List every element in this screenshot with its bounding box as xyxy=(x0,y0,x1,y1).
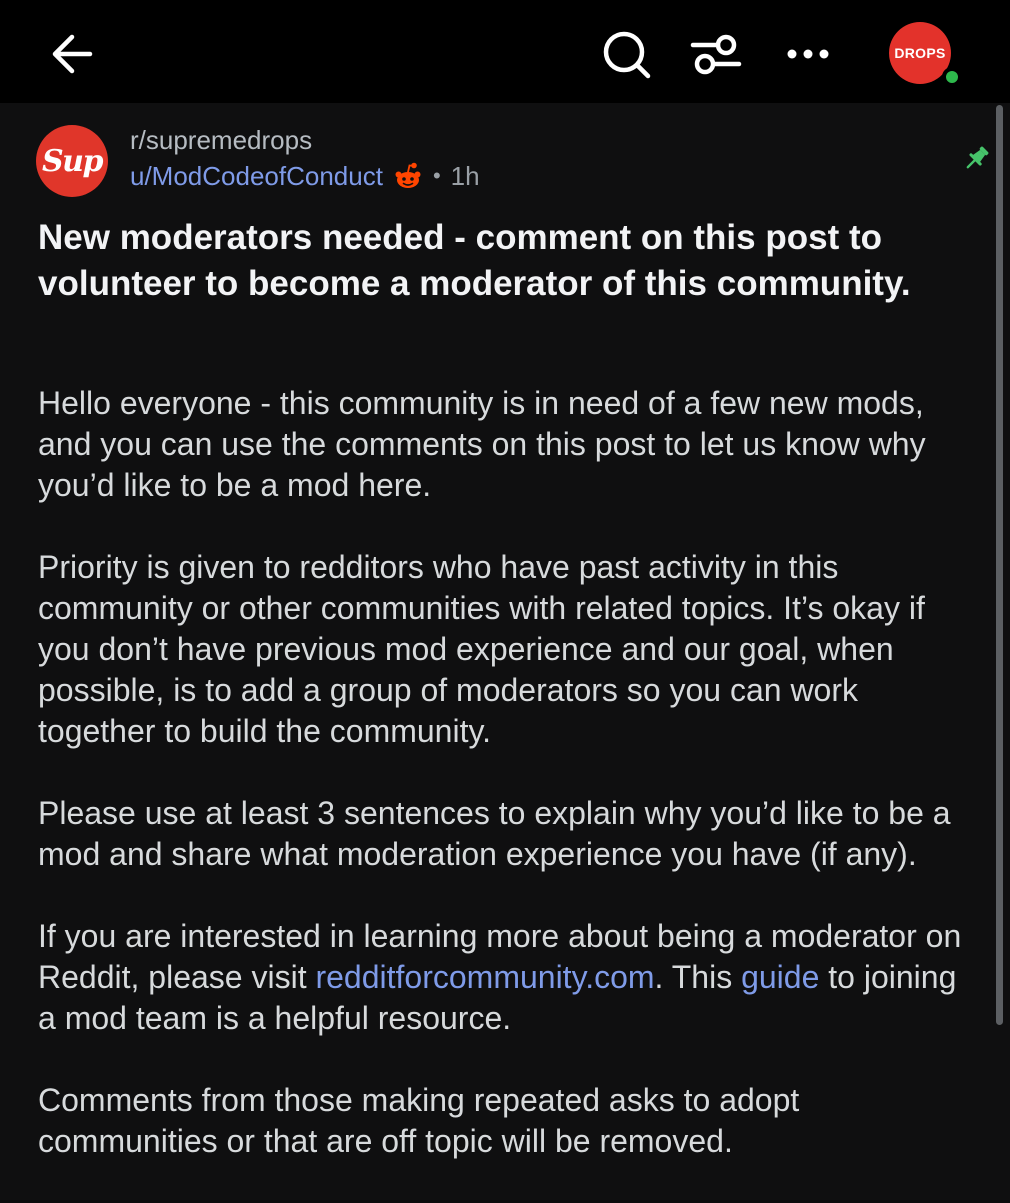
online-status-indicator xyxy=(942,67,962,87)
more-horizontal-icon xyxy=(787,49,829,59)
body-paragraph-4-text-middle: . This xyxy=(654,959,742,995)
meta-separator-dot: • xyxy=(432,163,441,188)
back-arrow-icon xyxy=(52,34,93,74)
pin-icon xyxy=(966,146,989,169)
body-paragraph-1: Hello everyone - this community is in ne… xyxy=(38,385,926,503)
user-avatar-text: DROPS xyxy=(894,45,946,61)
more-options-button[interactable] xyxy=(780,26,836,82)
post-detail: Sup r/supremedrops u/ModCodeofConduct • … xyxy=(0,103,1010,1200)
subreddit-avatar[interactable]: Sup xyxy=(36,125,108,197)
body-paragraph-3: Please use at least 3 sentences to expla… xyxy=(38,795,951,872)
top-navigation-bar: DROPS xyxy=(0,0,1010,103)
body-paragraph-5: Comments from those making repeated asks… xyxy=(38,1082,800,1159)
reddit-admin-icon xyxy=(395,162,421,188)
subreddit-avatar-text: Sup xyxy=(42,143,103,179)
sort-filter-button[interactable] xyxy=(688,26,744,82)
back-button[interactable] xyxy=(44,26,100,82)
redditforcommunity-link[interactable]: redditforcommunity.com xyxy=(315,959,654,995)
post-body: Hello everyone - this community is in ne… xyxy=(38,383,978,1203)
sort-filter-icon xyxy=(690,34,742,75)
scrollbar-thumb[interactable] xyxy=(996,105,1003,1025)
author-username[interactable]: u/ModCodeofConduct xyxy=(130,161,383,192)
search-button[interactable] xyxy=(598,26,654,82)
body-paragraph-2: Priority is given to redditors who have … xyxy=(38,549,925,749)
subreddit-name[interactable]: r/supremedrops xyxy=(130,125,312,156)
post-title: New moderators needed - comment on this … xyxy=(38,218,911,303)
post-time: 1h xyxy=(450,160,480,191)
guide-link[interactable]: guide xyxy=(741,959,819,995)
search-icon xyxy=(603,31,651,79)
body-paragraph-4: If you are interested in learning more a… xyxy=(38,916,978,1039)
post-meta: u/ModCodeofConduct • 1h xyxy=(130,159,480,193)
